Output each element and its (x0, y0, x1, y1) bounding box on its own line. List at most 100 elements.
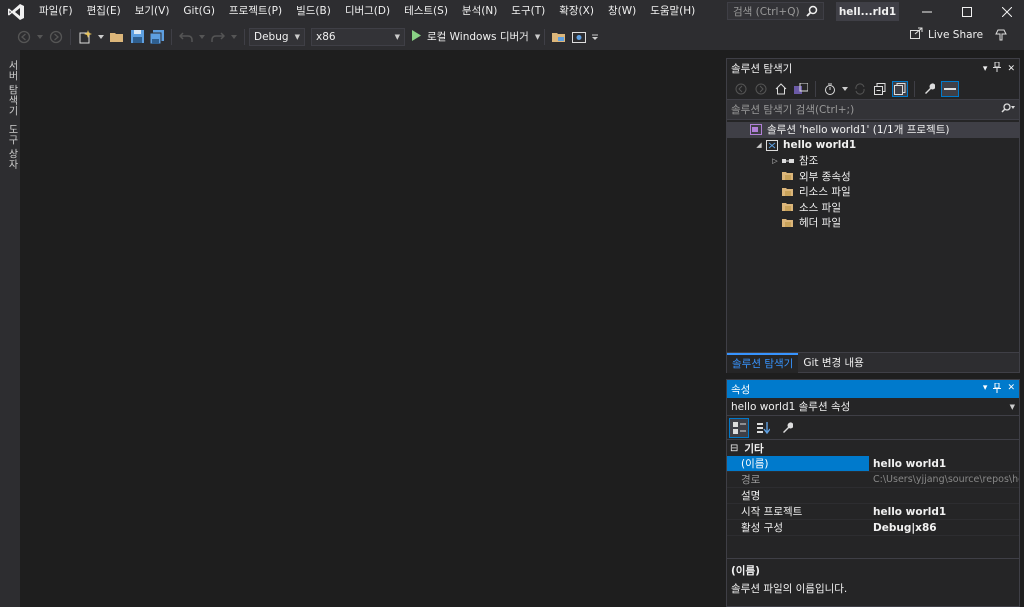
properties-object-selector[interactable]: hello world1 솔루션 속성 ▼ (727, 398, 1019, 416)
chevron-down-icon[interactable] (198, 29, 206, 45)
tree-item-label: 소스 파일 (799, 201, 841, 214)
properties-wrench-icon[interactable] (921, 81, 937, 97)
live-share-button[interactable]: Live Share (910, 27, 983, 42)
solution-explorer-panel: 솔루션 탐색기 ▾ ✕ 솔루션 탐색기 검색(Ctrl+;) 솔루션 'hell… (726, 58, 1020, 373)
back-icon[interactable] (733, 81, 749, 97)
chevron-down-icon[interactable] (842, 81, 848, 97)
menu-item[interactable]: 도움말(H) (643, 0, 702, 23)
start-debugging-button[interactable]: 로컬 Windows 디버거 ▼ (411, 29, 540, 44)
tree-item-label: 헤더 파일 (799, 217, 841, 230)
undo-icon[interactable] (178, 29, 194, 45)
menu-item[interactable]: 테스트(S) (397, 0, 455, 23)
screenshot-icon[interactable] (571, 29, 587, 45)
menu-item[interactable]: 디버그(D) (338, 0, 397, 23)
tree-item[interactable]: 헤더 파일 (727, 215, 1019, 231)
tab-server-explorer[interactable]: 서버 탐색기 (4, 60, 19, 116)
chevron-down-icon[interactable] (36, 29, 44, 45)
tab-toolbox[interactable]: 도구 상자 (4, 124, 19, 170)
show-all-files-icon[interactable] (892, 80, 908, 97)
tab-solution-explorer[interactable]: 솔루션 탐색기 (727, 352, 799, 373)
editor-area[interactable] (20, 50, 724, 607)
menu-item[interactable]: 편집(E) (80, 0, 128, 23)
solution-explorer-header: 솔루션 탐색기 ▾ ✕ (731, 61, 1015, 75)
property-row[interactable]: 경로C:\Users\yjjang\source\repos\hello wor… (727, 472, 1019, 488)
pin-icon[interactable] (993, 61, 1002, 75)
property-row[interactable]: 활성 구성 Debug|x86 (727, 520, 1019, 536)
search-icon[interactable] (800, 2, 824, 20)
folder-icon (781, 170, 795, 182)
close-icon[interactable]: ✕ (1007, 64, 1015, 74)
tree-item[interactable]: 소스 파일 (727, 200, 1019, 216)
pending-changes-filter-icon[interactable] (822, 81, 838, 97)
tree-item-label: hello world1 (783, 139, 857, 152)
folder-icon (781, 201, 795, 213)
feedback-icon[interactable] (994, 28, 1008, 45)
menu-item[interactable]: 확장(X) (552, 0, 601, 23)
close-icon[interactable]: ✕ (1007, 383, 1015, 396)
menu-item[interactable]: 빌드(B) (289, 0, 338, 23)
property-value[interactable]: C:\Users\yjjang\source\repos\hello world… (869, 472, 1019, 488)
properties-panel: 속성 ▾ ✕ hello world1 솔루션 속성 ▼ ⊟ 기타 (이름) he… (726, 379, 1020, 607)
toolbar-overflow-icon[interactable] (591, 29, 599, 45)
search-icon[interactable] (1001, 103, 1015, 116)
preview-selected-items-icon[interactable] (941, 80, 959, 97)
tree-item-label: 참조 (799, 155, 819, 168)
property-row[interactable]: 시작 프로젝트 hello world1 (727, 504, 1019, 520)
tab-git-changes[interactable]: Git 변경 내용 (798, 353, 869, 373)
configuration-dropdown[interactable]: Debug ▼ (249, 27, 305, 46)
folder-icon (781, 217, 795, 229)
property-pages-wrench-icon[interactable] (777, 418, 797, 438)
open-folder-icon[interactable] (109, 29, 125, 45)
properties-category[interactable]: ⊟ 기타 (727, 440, 1019, 456)
menu-item[interactable]: 보기(V) (128, 0, 177, 23)
solution-explorer-search-input[interactable]: 솔루션 탐색기 검색(Ctrl+;) (727, 100, 1019, 120)
tree-expander-icon[interactable]: ◢ (753, 141, 765, 149)
save-icon[interactable] (129, 29, 145, 45)
collapse-toggle-icon[interactable]: ⊟ (730, 443, 738, 454)
window-position-icon[interactable]: ▾ (983, 383, 988, 396)
property-row[interactable]: (이름) hello world1 (727, 456, 1019, 472)
menu-bar: 파일(F) 편집(E) 보기(V) Git(G) 프로젝트(P) 빌드(B) 디버그(D) 테… (32, 0, 702, 23)
tree-item[interactable]: ◢ hello world1 (727, 138, 1019, 154)
collapse-all-icon[interactable] (872, 81, 888, 97)
solution-explorer-toolbar (727, 78, 1019, 100)
property-value[interactable]: hello world1 (869, 456, 1019, 472)
tree-item[interactable]: 리소스 파일 (727, 184, 1019, 200)
menu-item[interactable]: 파일(F) (32, 0, 80, 23)
switch-views-icon[interactable] (793, 81, 809, 97)
menu-item[interactable]: Git(G) (176, 0, 222, 23)
maximize-button[interactable] (950, 0, 984, 23)
solution-tree: 솔루션 'hello world1' (1/1개 프로젝트) ◢ hello wor… (727, 120, 1019, 231)
pin-icon[interactable] (993, 382, 1002, 396)
redo-icon[interactable] (210, 29, 226, 45)
save-all-icon[interactable] (149, 29, 165, 45)
minimize-button[interactable] (910, 0, 944, 23)
chevron-down-icon[interactable] (230, 29, 238, 45)
tree-item[interactable]: ▷ 참조 (727, 153, 1019, 169)
window-position-icon[interactable]: ▾ (983, 64, 988, 74)
categorized-icon[interactable] (729, 417, 749, 438)
property-row[interactable]: 설명 (727, 488, 1019, 504)
alphabetical-sort-icon[interactable] (753, 418, 773, 438)
forward-icon[interactable] (753, 81, 769, 97)
property-value[interactable]: hello world1 (869, 504, 1019, 520)
tree-item[interactable]: 외부 종속성 (727, 169, 1019, 185)
tree-expander-icon[interactable]: ▷ (769, 157, 781, 165)
menu-item[interactable]: 창(W) (601, 0, 643, 23)
platform-dropdown[interactable]: x86 ▼ (311, 27, 405, 46)
browse-folder-icon[interactable] (551, 29, 567, 45)
navigate-back-icon[interactable] (16, 29, 32, 45)
close-button[interactable] (990, 0, 1024, 23)
property-value[interactable]: Debug|x86 (869, 520, 1019, 536)
tree-item[interactable]: 솔루션 'hello world1' (1/1개 프로젝트) (727, 122, 1019, 138)
home-icon[interactable] (773, 81, 789, 97)
menu-item[interactable]: 분석(N) (455, 0, 504, 23)
property-value[interactable] (869, 488, 1019, 504)
new-project-icon[interactable] (77, 29, 93, 45)
left-tool-strip: 서버 탐색기 도구 상자 (0, 50, 20, 607)
navigate-forward-icon[interactable] (48, 29, 64, 45)
chevron-down-icon[interactable] (97, 29, 105, 45)
menu-item[interactable]: 프로젝트(P) (222, 0, 289, 23)
menu-item[interactable]: 도구(T) (504, 0, 552, 23)
sync-icon[interactable] (852, 81, 868, 97)
